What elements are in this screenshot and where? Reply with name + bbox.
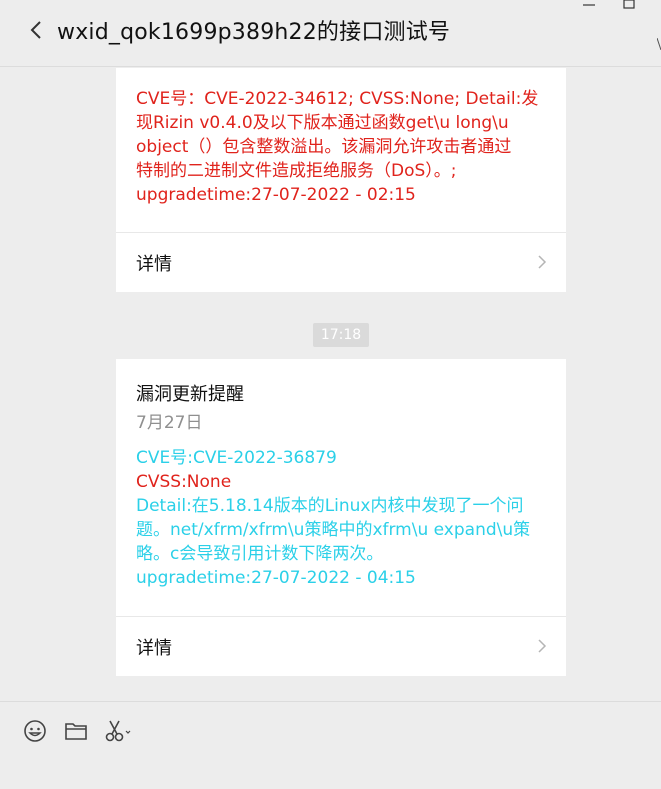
message-2-line-2: CVSS:None bbox=[136, 472, 232, 492]
message-title: 漏洞更新提醒 bbox=[136, 384, 244, 405]
emoji-icon[interactable] bbox=[23, 718, 47, 744]
message-1-line-4: 特制的二进制文件造成拒绝服务（DoS）。; bbox=[136, 161, 457, 181]
message-list[interactable]: CVE号：CVE-2022-34612; CVSS:None; Detail:发… bbox=[0, 68, 661, 701]
message-1-line-2: 现Rizin v0.4.0及以下版本通过函数get\u long\u bbox=[136, 113, 509, 133]
message-card-2[interactable]: 漏洞更新提醒 7月27日 CVE号:CVE-2022-36879 CVSS:No… bbox=[116, 359, 566, 676]
message-2-line-1: CVE号:CVE-2022-36879 bbox=[136, 448, 337, 468]
details-link[interactable]: 详情 bbox=[116, 233, 566, 291]
message-1-line-5: upgradetime:27-07-2022 - 02:15 bbox=[136, 185, 416, 205]
maximize-icon[interactable] bbox=[622, 0, 636, 10]
details-link[interactable]: 详情 bbox=[116, 617, 566, 675]
details-label: 详情 bbox=[136, 638, 172, 659]
message-card-1[interactable]: CVE号：CVE-2022-34612; CVSS:None; Detail:发… bbox=[116, 68, 566, 292]
message-1-line-3: object（）包含整数溢出。该漏洞允许攻击者通过 bbox=[136, 137, 512, 157]
back-arrow-icon[interactable] bbox=[22, 16, 50, 44]
message-2-line-4: 题。net/xfrm/xfrm\u策略中的xfrm\u expand\u策 bbox=[136, 520, 531, 540]
message-1-line-1: CVE号：CVE-2022-34612; CVSS:None; Detail:发 bbox=[136, 89, 539, 109]
details-label: 详情 bbox=[136, 254, 172, 275]
chevron-right-icon bbox=[538, 639, 547, 653]
folder-icon[interactable] bbox=[64, 718, 88, 744]
input-area[interactable] bbox=[0, 701, 661, 789]
minimize-icon[interactable] bbox=[582, 0, 596, 10]
message-date: 7月27日 bbox=[136, 413, 203, 433]
message-2-line-6: upgradetime:27-07-2022 - 04:15 bbox=[136, 568, 416, 588]
chat-header: wxid_qok1699p389h22的接口测试号 bbox=[0, 0, 661, 67]
more-icon[interactable] bbox=[657, 38, 661, 50]
message-timestamp: 17:18 bbox=[313, 323, 369, 347]
scissors-icon[interactable] bbox=[104, 718, 132, 744]
chat-title: wxid_qok1699p389h22的接口测试号 bbox=[57, 20, 451, 45]
message-2-line-3: Detail:在5.18.14版本的Linux内核中发现了一个问 bbox=[136, 496, 524, 516]
chevron-right-icon bbox=[538, 255, 547, 269]
message-2-line-5: 略。c会导致引用计数下降两次。 bbox=[136, 544, 384, 564]
